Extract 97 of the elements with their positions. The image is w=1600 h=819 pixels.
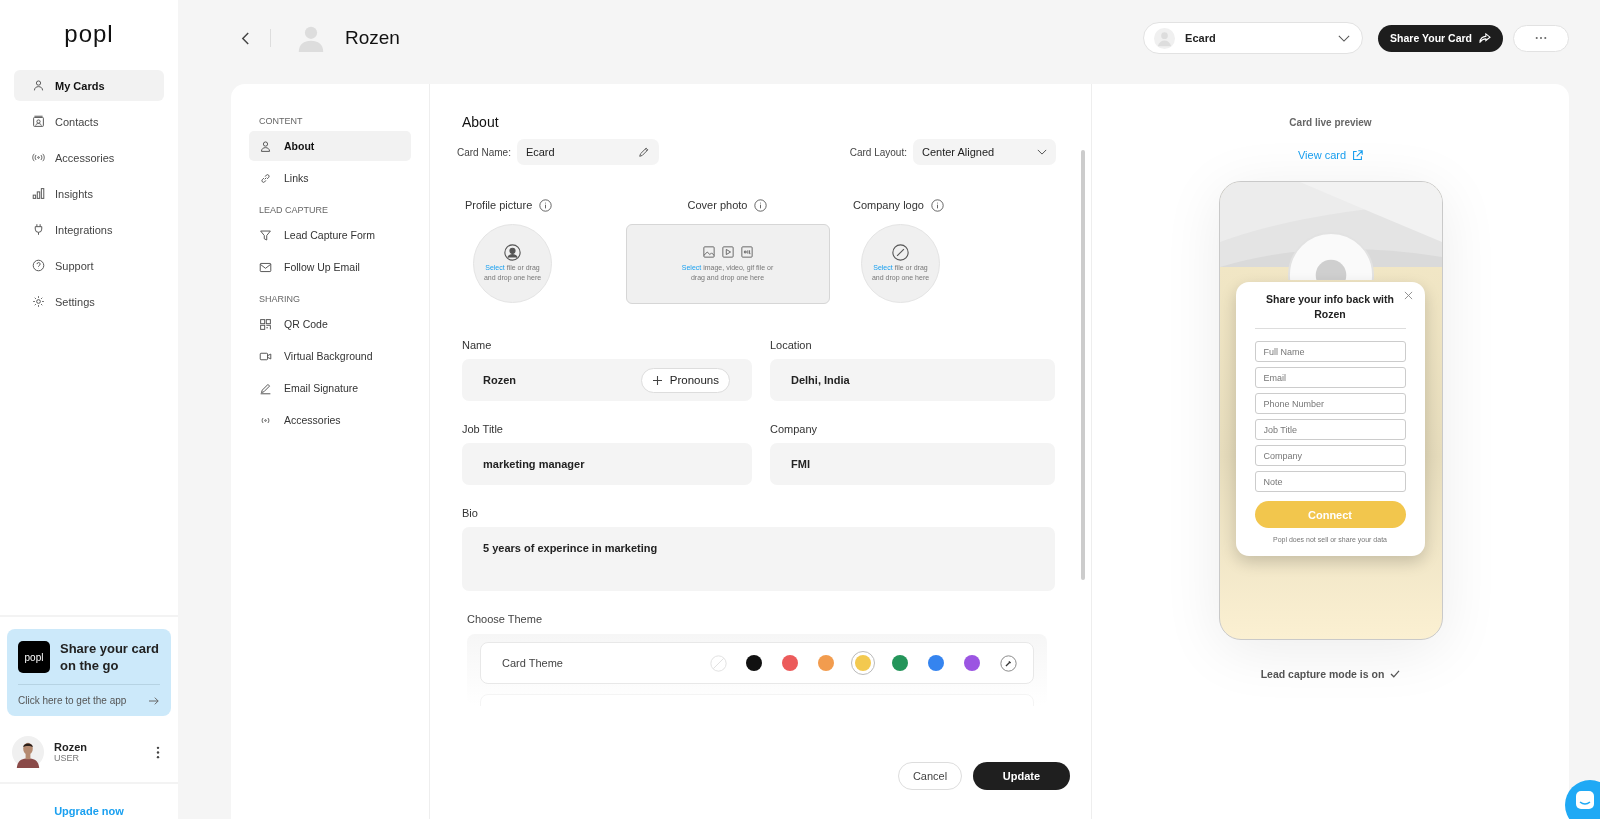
person-icon xyxy=(32,79,45,92)
settings-nav-item[interactable]: Follow Up Email xyxy=(249,252,411,282)
avatar-icon xyxy=(1154,27,1176,49)
more-icon xyxy=(1535,36,1547,40)
theme-heading: Choose Theme xyxy=(467,613,543,625)
page-title: Rozen xyxy=(345,27,400,49)
input-field[interactable]: Job Title xyxy=(1254,419,1406,440)
envelope-icon xyxy=(259,260,272,274)
field-label: Bio xyxy=(462,507,479,519)
app-promo-card[interactable]: popl Share your card on the go Click here to get the app xyxy=(7,629,171,716)
image-icon xyxy=(702,245,715,258)
bar-chart-icon xyxy=(32,187,45,200)
nav-item[interactable]: Support xyxy=(14,250,164,281)
field-label: Job Title xyxy=(462,423,504,435)
modal-title: Share your info back with Rozen xyxy=(1265,292,1395,322)
input-field[interactable]: Phone Number xyxy=(1254,393,1406,414)
question-icon xyxy=(32,259,45,272)
layout-select[interactable]: Center Aligned xyxy=(913,139,1056,165)
upload-label: Profile picture xyxy=(465,199,533,211)
chevron-down-icon xyxy=(1338,34,1351,42)
settings-nav-item[interactable]: Accessories xyxy=(249,405,411,435)
user-role: USER xyxy=(54,753,80,763)
color-picker-swatch[interactable] xyxy=(997,652,1019,674)
card-name-field[interactable]: Ecard xyxy=(516,139,659,165)
upload-label: Cover photo xyxy=(687,199,748,211)
share-icon xyxy=(1479,33,1491,43)
text-field[interactable]: Delhi, India xyxy=(770,359,1055,401)
field-label: Card Layout: xyxy=(849,146,907,158)
app-logo: popl xyxy=(18,641,50,673)
funnel-icon xyxy=(259,228,272,242)
field-label: Card Name: xyxy=(457,146,511,158)
plug-icon xyxy=(32,223,45,236)
pen-circle-icon xyxy=(892,244,909,261)
settings-nav-item[interactable]: QR Code xyxy=(249,309,411,339)
chevron-down-icon xyxy=(1037,149,1047,155)
text-field[interactable]: Rozen Pronouns xyxy=(462,359,752,401)
settings-nav-item[interactable]: Virtual Background xyxy=(249,341,411,371)
update-button[interactable]: Update xyxy=(973,762,1070,790)
settings-nav-item[interactable]: About xyxy=(249,131,411,161)
field-label: Company xyxy=(770,423,819,435)
user-circle-icon xyxy=(504,244,521,261)
external-link-icon xyxy=(1352,149,1364,161)
section-title: About xyxy=(462,114,500,130)
info-icon[interactable] xyxy=(754,198,768,212)
qr-code-icon xyxy=(259,317,272,331)
input-field[interactable]: Company xyxy=(1254,445,1406,466)
plus-icon xyxy=(652,375,662,385)
theme-label: Card Theme xyxy=(502,657,563,669)
nav-item[interactable]: Contacts xyxy=(14,106,164,137)
input-field[interactable]: Note xyxy=(1254,471,1406,492)
no-color-swatch[interactable] xyxy=(707,652,729,674)
get-app-link[interactable]: Click here to get the app xyxy=(18,695,127,706)
pen-icon xyxy=(259,381,272,395)
more-vertical-icon[interactable] xyxy=(156,745,160,759)
share-button[interactable]: Share Your Card xyxy=(1378,24,1503,52)
nav-item[interactable]: My Cards xyxy=(14,70,164,101)
nav-item[interactable]: Accessories xyxy=(14,142,164,173)
cancel-button[interactable]: Cancel xyxy=(898,762,962,790)
text-field[interactable]: FMI xyxy=(770,443,1055,485)
info-icon[interactable] xyxy=(539,198,553,212)
back-icon[interactable] xyxy=(241,30,250,46)
section-heading: LEAD CAPTURE xyxy=(259,205,330,215)
preview-title: Card live preview xyxy=(1289,117,1372,128)
section-heading: CONTENT xyxy=(259,116,304,126)
settings-nav-item[interactable]: Email Signature xyxy=(249,373,411,403)
card-select[interactable]: Ecard xyxy=(1143,22,1364,54)
section-heading: SHARING xyxy=(259,294,301,304)
contacts-icon xyxy=(32,115,45,128)
text-field[interactable]: marketing manager xyxy=(462,443,752,485)
person-icon xyxy=(259,139,272,153)
chat-icon xyxy=(1575,790,1595,810)
promo-title: Share your card on the go xyxy=(60,640,160,674)
upload-label: Company logo xyxy=(853,199,924,211)
scrollbar[interactable] xyxy=(1081,150,1085,580)
play-icon xyxy=(721,245,734,258)
avatar-icon xyxy=(1287,232,1374,280)
signal-icon xyxy=(32,151,45,164)
field-label: Location xyxy=(770,339,813,351)
link-icon xyxy=(259,171,272,185)
nav-item[interactable]: Insights xyxy=(14,178,164,209)
nav-item[interactable]: Integrations xyxy=(14,214,164,245)
close-icon[interactable] xyxy=(1403,291,1413,300)
pronouns-button[interactable]: Pronouns xyxy=(640,367,730,393)
check-icon xyxy=(1390,670,1401,678)
info-icon[interactable] xyxy=(930,198,944,212)
user-name: Rozen xyxy=(54,741,88,753)
arrow-right-icon xyxy=(148,695,160,706)
settings-nav-item[interactable]: Lead Capture Form xyxy=(249,220,411,250)
lead-capture-status: Lead capture mode is on xyxy=(1260,668,1385,680)
nav-item[interactable]: Settings xyxy=(14,286,164,317)
field-label: Name xyxy=(462,339,493,351)
input-field[interactable]: Email xyxy=(1254,367,1406,388)
bio-field[interactable]: 5 years of experince in marketing xyxy=(462,527,1055,591)
logo: popl xyxy=(63,20,115,48)
settings-nav-item[interactable]: Links xyxy=(249,163,411,193)
input-field[interactable]: Full Name xyxy=(1254,341,1406,362)
pencil-icon xyxy=(637,146,650,158)
